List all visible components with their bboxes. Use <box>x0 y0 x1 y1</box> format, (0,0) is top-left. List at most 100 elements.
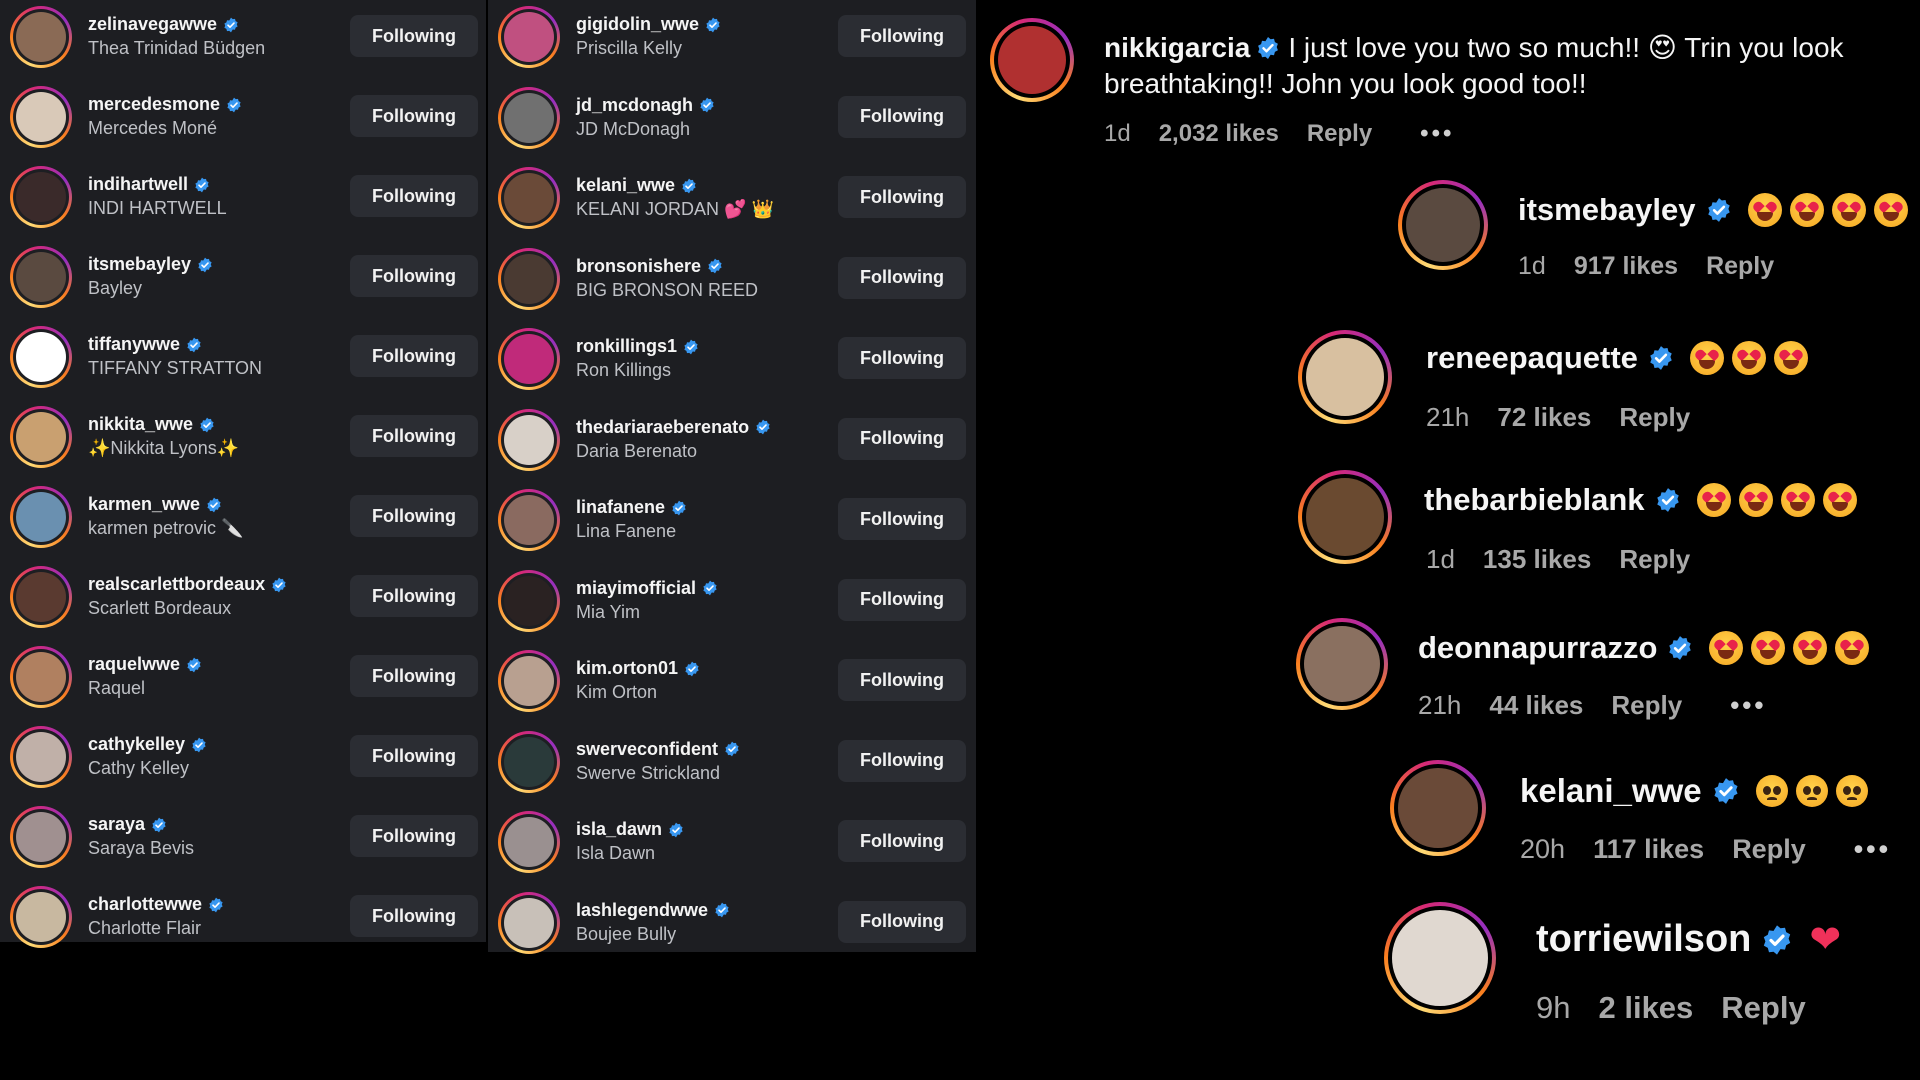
likes-count[interactable]: 2 likes <box>1598 990 1693 1026</box>
reply-button[interactable]: Reply <box>1619 544 1690 575</box>
comment-username[interactable]: itsmebayley <box>1518 192 1696 228</box>
more-options-icon[interactable]: ••• <box>1854 834 1891 865</box>
comment-username[interactable]: kelani_wwe <box>1520 772 1702 810</box>
following-button[interactable]: Following <box>838 176 966 218</box>
following-button[interactable]: Following <box>350 735 478 777</box>
likes-count[interactable]: 44 likes <box>1489 690 1583 721</box>
following-button[interactable]: Following <box>350 575 478 617</box>
avatar[interactable] <box>498 891 560 954</box>
comment-username[interactable]: reneepaquette <box>1426 340 1638 376</box>
following-button[interactable]: Following <box>350 255 478 297</box>
avatar[interactable] <box>10 486 72 548</box>
reply-button[interactable]: Reply <box>1732 834 1806 865</box>
avatar[interactable] <box>498 569 560 632</box>
comment-username[interactable]: nikkigarcia <box>1104 32 1250 63</box>
username[interactable]: thedariaraeberenato <box>576 417 771 438</box>
username[interactable]: mercedesmone <box>88 94 242 115</box>
avatar[interactable] <box>498 650 560 712</box>
username[interactable]: miayimofficial <box>576 578 718 599</box>
username[interactable]: raquelwwe <box>88 654 202 675</box>
comment-username[interactable]: torriewilson <box>1536 918 1751 961</box>
following-button[interactable]: Following <box>838 498 966 540</box>
avatar[interactable] <box>10 166 72 228</box>
comment-avatar[interactable] <box>990 18 1074 102</box>
username[interactable]: kelani_wwe <box>576 175 697 196</box>
likes-count[interactable]: 135 likes <box>1483 544 1591 575</box>
avatar[interactable] <box>498 86 560 149</box>
following-button[interactable]: Following <box>350 15 478 57</box>
comment-username[interactable]: thebarbieblank <box>1424 482 1645 518</box>
username[interactable]: lashlegendwwe <box>576 900 730 921</box>
following-button[interactable]: Following <box>350 175 478 217</box>
avatar[interactable] <box>498 167 560 229</box>
avatar[interactable] <box>10 566 72 628</box>
following-button[interactable]: Following <box>838 900 966 943</box>
following-button[interactable]: Following <box>350 335 478 377</box>
username[interactable]: karmen_wwe <box>88 494 222 515</box>
avatar[interactable] <box>10 806 72 868</box>
avatar[interactable] <box>498 408 560 471</box>
username[interactable]: jd_mcdonagh <box>576 95 715 116</box>
likes-count[interactable]: 117 likes <box>1593 834 1704 865</box>
username[interactable]: indihartwell <box>88 174 210 195</box>
following-button[interactable]: Following <box>350 895 478 937</box>
username[interactable]: saraya <box>88 814 167 835</box>
following-button[interactable]: Following <box>838 337 966 379</box>
username[interactable]: cathykelley <box>88 734 207 755</box>
reply-button[interactable]: Reply <box>1721 990 1805 1026</box>
following-button[interactable]: Following <box>838 256 966 299</box>
username[interactable]: tiffanywwe <box>88 334 202 355</box>
comment-avatar[interactable] <box>1296 618 1388 710</box>
avatar[interactable] <box>10 726 72 788</box>
username[interactable]: ronkillings1 <box>576 336 699 357</box>
avatar[interactable] <box>498 6 560 68</box>
username[interactable]: zelinavegawwe <box>88 14 239 35</box>
avatar[interactable] <box>498 730 560 793</box>
following-button[interactable]: Following <box>838 15 966 57</box>
more-options-icon[interactable]: ••• <box>1420 120 1454 148</box>
likes-count[interactable]: 72 likes <box>1497 402 1591 433</box>
following-button[interactable]: Following <box>838 95 966 138</box>
following-button[interactable]: Following <box>350 655 478 697</box>
more-options-icon[interactable]: ••• <box>1730 690 1766 721</box>
avatar[interactable] <box>498 489 560 551</box>
comment-avatar[interactable] <box>1298 470 1392 564</box>
username[interactable]: bronsonishere <box>576 256 723 277</box>
following-button[interactable]: Following <box>838 820 966 862</box>
avatar[interactable] <box>498 811 560 873</box>
username[interactable]: kim.orton01 <box>576 658 700 679</box>
reply-button[interactable]: Reply <box>1611 690 1682 721</box>
following-button[interactable]: Following <box>838 739 966 782</box>
username[interactable]: charlottewwe <box>88 894 224 915</box>
username[interactable]: isla_dawn <box>576 819 684 840</box>
avatar[interactable] <box>498 247 560 310</box>
following-button[interactable]: Following <box>838 417 966 460</box>
following-button[interactable]: Following <box>838 659 966 701</box>
following-button[interactable]: Following <box>350 415 478 457</box>
avatar[interactable] <box>10 6 72 68</box>
avatar[interactable] <box>10 886 72 948</box>
reply-button[interactable]: Reply <box>1619 402 1690 433</box>
username[interactable]: itsmebayley <box>88 254 213 275</box>
avatar[interactable] <box>498 328 560 390</box>
avatar[interactable] <box>10 406 72 468</box>
following-button[interactable]: Following <box>350 95 478 137</box>
likes-count[interactable]: 917 likes <box>1574 252 1678 281</box>
username[interactable]: linafanene <box>576 497 687 518</box>
username[interactable]: swerveconfident <box>576 739 740 760</box>
comment-avatar[interactable] <box>1398 180 1488 270</box>
reply-button[interactable]: Reply <box>1706 252 1774 281</box>
username[interactable]: nikkita_wwe <box>88 414 215 435</box>
comment-avatar[interactable] <box>1298 330 1392 424</box>
following-button[interactable]: Following <box>350 495 478 537</box>
username[interactable]: gigidolin_wwe <box>576 14 721 35</box>
comment-avatar[interactable] <box>1384 902 1496 1014</box>
avatar[interactable] <box>10 326 72 388</box>
reply-button[interactable]: Reply <box>1307 120 1372 148</box>
likes-count[interactable]: 2,032 likes <box>1159 120 1279 148</box>
comment-username[interactable]: deonnapurrazzo <box>1418 630 1657 666</box>
avatar[interactable] <box>10 86 72 148</box>
avatar[interactable] <box>10 646 72 708</box>
comment-avatar[interactable] <box>1390 760 1486 856</box>
following-button[interactable]: Following <box>838 578 966 621</box>
